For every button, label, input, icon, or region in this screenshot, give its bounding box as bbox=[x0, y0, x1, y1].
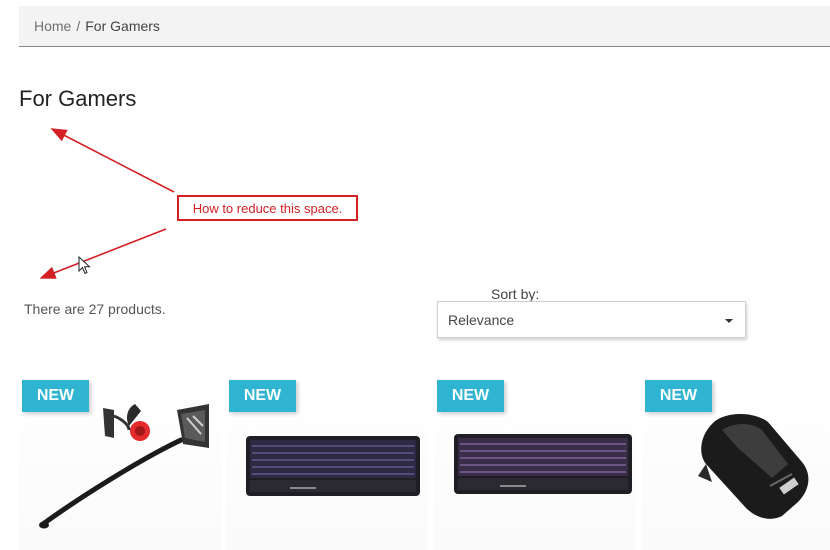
product-card[interactable]: NEW bbox=[434, 378, 636, 550]
new-badge: NEW bbox=[437, 380, 504, 412]
mouse-cursor-icon bbox=[78, 256, 91, 275]
caret-down-icon bbox=[725, 318, 733, 323]
product-count: There are 27 products. bbox=[24, 301, 166, 317]
new-badge: NEW bbox=[22, 380, 89, 412]
new-badge: NEW bbox=[645, 380, 712, 412]
annotation-arrow-up bbox=[50, 128, 175, 193]
sort-label: Sort by: bbox=[491, 286, 540, 302]
product-card[interactable]: NEW bbox=[19, 378, 221, 550]
annotation-arrow-down bbox=[39, 228, 167, 279]
new-badge: NEW bbox=[229, 380, 296, 412]
product-card[interactable]: NEW bbox=[642, 378, 830, 550]
sort-dropdown[interactable]: Relevance bbox=[437, 301, 746, 338]
annotation-note: How to reduce this space. bbox=[177, 195, 358, 221]
product-card[interactable]: NEW bbox=[226, 378, 428, 550]
sort-selected-value: Relevance bbox=[448, 311, 515, 328]
